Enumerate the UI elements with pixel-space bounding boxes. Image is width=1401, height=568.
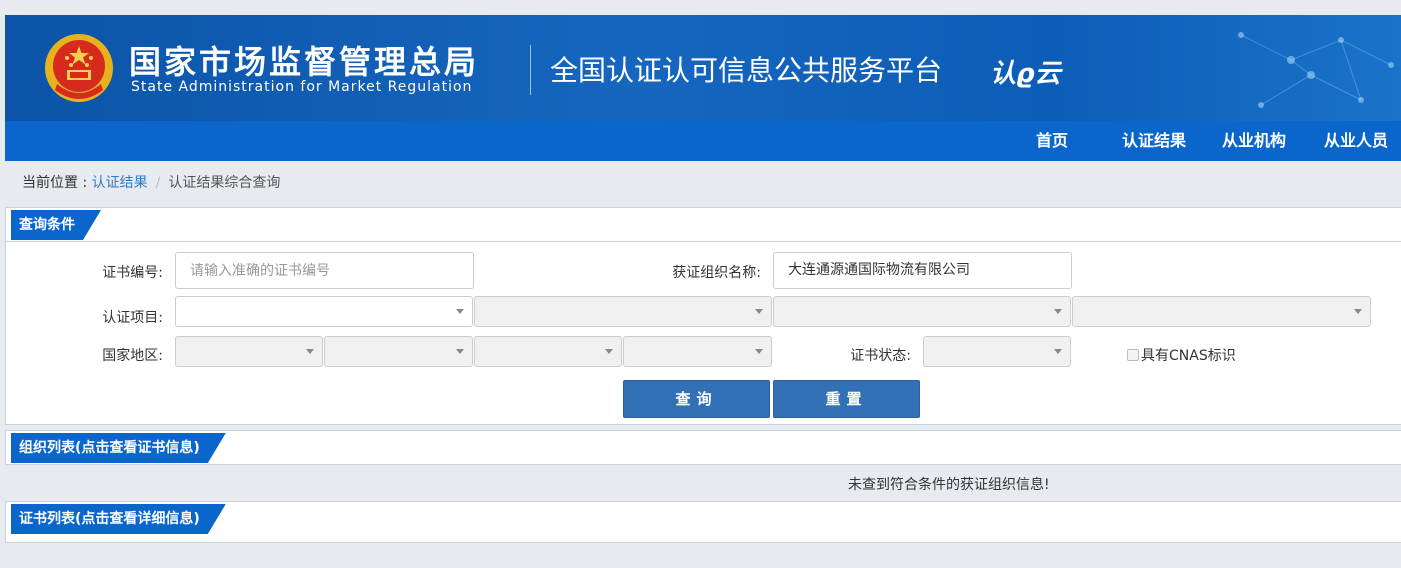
org-name-label: 获证组织名称: (672, 265, 761, 281)
national-emblem-icon (45, 34, 113, 102)
org-list-header: 组织列表(点击查看证书信息) (6, 431, 1401, 464)
org-list-title: 组织列表(点击查看证书信息) (11, 433, 226, 463)
cnas-checkbox[interactable] (1127, 349, 1139, 361)
chevron-down-icon (755, 309, 763, 314)
chevron-down-icon (306, 349, 314, 354)
chevron-down-icon (456, 309, 464, 314)
cert-list-panel: 证书列表(点击查看详细信息) (5, 501, 1401, 543)
breadcrumb-separator: / (155, 175, 161, 191)
chevron-down-icon (1054, 309, 1062, 314)
cert-no-label: 证书编号: (102, 265, 163, 281)
nav-item-home[interactable]: 首页 (1036, 121, 1068, 161)
org-list-panel: 组织列表(点击查看证书信息) (5, 430, 1401, 465)
cert-project-select-3[interactable] (773, 296, 1071, 327)
breadcrumb: 当前位置 : 认证结果 / 认证结果综合查询 (22, 172, 280, 192)
platform-title: 全国认证认可信息公共服务平台 (550, 54, 943, 87)
breadcrumb-current: 认证结果综合查询 (168, 175, 281, 191)
breadcrumb-lead: 当前位置 : (22, 175, 92, 191)
cert-no-input[interactable] (175, 252, 474, 289)
cnas-checkbox-group[interactable]: 具有CNAS标识 (1127, 345, 1236, 365)
cnas-checkbox-label: 具有CNAS标识 (1141, 348, 1236, 364)
agency-name-en: State Administration for Market Regulati… (131, 79, 473, 95)
chevron-down-icon (755, 349, 763, 354)
query-panel-header: 查询条件 (6, 208, 1401, 242)
chevron-down-icon (605, 349, 613, 354)
cert-project-select-4[interactable] (1072, 296, 1371, 327)
main-nav: 首页 认证结果 从业机构 从业人员 (5, 121, 1401, 161)
cert-project-select-2[interactable] (474, 296, 772, 327)
header-divider (530, 45, 531, 95)
region-select-4[interactable] (623, 336, 772, 367)
org-name-input[interactable]: 大连通源通国际物流有限公司 (773, 252, 1072, 289)
cert-status-select[interactable] (923, 336, 1071, 367)
chevron-down-icon (456, 349, 464, 354)
cert-project-select-1[interactable] (175, 296, 473, 327)
cert-list-title: 证书列表(点击查看详细信息) (11, 504, 226, 534)
org-list-empty-message: 未查到符合条件的获证组织信息! (848, 477, 1050, 493)
region-label: 国家地区: (102, 348, 163, 364)
breadcrumb-link-cert-results[interactable]: 认证结果 (92, 175, 148, 191)
region-select-2[interactable] (324, 336, 473, 367)
cert-list-header: 证书列表(点击查看详细信息) (6, 502, 1401, 536)
cert-project-label: 认证项目: (102, 310, 163, 326)
nav-item-personnel[interactable]: 从业人员 (1324, 121, 1388, 161)
cert-status-label: 证书状态: (850, 348, 911, 364)
reset-button[interactable]: 重置 (773, 380, 920, 418)
header-banner: 国家市场监督管理总局 State Administration for Mark… (5, 15, 1401, 121)
chevron-down-icon (1354, 309, 1362, 314)
platform-logo: 认ϱ云 (990, 59, 1061, 89)
nav-item-institutions[interactable]: 从业机构 (1222, 121, 1286, 161)
region-select-3[interactable] (474, 336, 622, 367)
query-section-title: 查询条件 (11, 210, 101, 240)
region-select-1[interactable] (175, 336, 323, 367)
nav-item-cert-results[interactable]: 认证结果 (1122, 121, 1186, 161)
network-decoration (1238, 32, 1394, 108)
chevron-down-icon (1054, 349, 1062, 354)
agency-name-cn: 国家市场监督管理总局 (129, 43, 480, 81)
search-button[interactable]: 查询 (623, 380, 770, 418)
